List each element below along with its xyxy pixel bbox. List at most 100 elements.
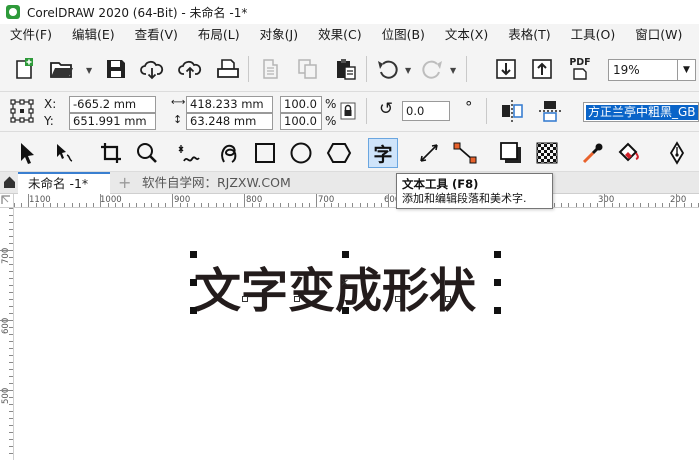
drop-shadow-tool-icon[interactable] bbox=[496, 138, 526, 168]
parallel-dimension-tool-icon[interactable] bbox=[414, 138, 444, 168]
menu-edit[interactable]: 编辑(E) bbox=[62, 24, 125, 46]
zoom-dropdown-icon[interactable]: ▼ bbox=[678, 59, 696, 81]
selection-handle[interactable] bbox=[190, 251, 197, 258]
menu-object[interactable]: 对象(J) bbox=[250, 24, 308, 46]
tab-untitled[interactable]: 未命名 -1* bbox=[18, 172, 110, 194]
character-node[interactable] bbox=[242, 296, 248, 302]
ruler-tick bbox=[201, 203, 203, 207]
export-icon[interactable] bbox=[528, 55, 556, 83]
character-node[interactable] bbox=[294, 296, 300, 302]
selection-handle[interactable] bbox=[190, 279, 197, 286]
ruler-tick bbox=[654, 203, 656, 207]
mirror-vertical-icon[interactable] bbox=[536, 97, 564, 125]
mirror-horizontal-icon[interactable] bbox=[498, 97, 526, 125]
open-dropdown-icon[interactable]: ▼ bbox=[86, 66, 92, 75]
undo-icon[interactable] bbox=[374, 55, 402, 83]
ruler-tick bbox=[230, 203, 231, 207]
redo-dropdown-icon[interactable]: ▼ bbox=[450, 66, 456, 75]
ruler-tick bbox=[136, 203, 138, 207]
toolbar-separator bbox=[466, 56, 467, 82]
zoom-tool-icon[interactable] bbox=[132, 138, 162, 168]
polygon-tool-icon[interactable] bbox=[324, 138, 354, 168]
scale-x-field[interactable]: 100.0 bbox=[280, 96, 322, 113]
ruler-tick bbox=[9, 362, 13, 363]
ruler-tick bbox=[266, 203, 267, 207]
font-list-field[interactable]: 方正兰亭中粗黑_GB bbox=[583, 102, 699, 122]
ellipse-tool-icon[interactable] bbox=[286, 138, 316, 168]
height-field[interactable]: 63.248 mm bbox=[186, 113, 273, 130]
selection-handle[interactable] bbox=[190, 307, 197, 314]
transparency-tool-icon[interactable] bbox=[532, 138, 562, 168]
connector-tool-icon[interactable] bbox=[450, 138, 480, 168]
cloud-download-icon[interactable] bbox=[138, 55, 166, 83]
save-icon[interactable] bbox=[102, 55, 130, 83]
y-position-field[interactable]: 651.991 mm bbox=[69, 113, 156, 130]
selection-handle[interactable] bbox=[494, 251, 501, 258]
menu-bitmaps[interactable]: 位图(B) bbox=[372, 24, 435, 46]
text-tool-icon[interactable]: 字 bbox=[368, 138, 398, 168]
selection-handle[interactable] bbox=[342, 307, 349, 314]
open-folder-icon[interactable] bbox=[48, 55, 76, 83]
selection-handle[interactable] bbox=[342, 251, 349, 258]
home-icon[interactable] bbox=[3, 175, 16, 192]
undo-dropdown-icon[interactable]: ▼ bbox=[405, 66, 411, 75]
menu-view[interactable]: 查看(V) bbox=[125, 24, 188, 46]
x-position-field[interactable]: -665.2 mm bbox=[69, 96, 156, 113]
ruler-tick bbox=[388, 194, 390, 207]
cloud-upload-icon[interactable] bbox=[176, 55, 204, 83]
object-origin-icon[interactable] bbox=[8, 97, 36, 125]
print-icon[interactable] bbox=[214, 55, 242, 83]
ruler-tick bbox=[554, 203, 555, 207]
selection-handle[interactable] bbox=[494, 279, 501, 286]
scale-y-field[interactable]: 100.0 bbox=[280, 113, 322, 130]
redo-disabled-icon[interactable] bbox=[418, 55, 446, 83]
lock-ratio-icon[interactable] bbox=[337, 100, 359, 122]
freehand-tool-icon[interactable] bbox=[176, 138, 206, 168]
rectangle-tool-icon[interactable] bbox=[250, 138, 280, 168]
width-field[interactable]: 418.233 mm bbox=[186, 96, 273, 113]
horizontal-ruler[interactable]: 1100 1000 900 800 700 600 500 400 300 20… bbox=[14, 194, 699, 208]
character-node[interactable] bbox=[445, 296, 451, 302]
new-tab-button[interactable]: + bbox=[118, 172, 131, 194]
zoom-level-field[interactable]: 19% bbox=[608, 59, 678, 81]
ruler-tick bbox=[244, 194, 246, 207]
menu-text[interactable]: 文本(X) bbox=[435, 24, 498, 46]
menu-effects[interactable]: 效果(C) bbox=[308, 24, 371, 46]
ruler-tick bbox=[9, 355, 13, 356]
drawing-canvas[interactable] bbox=[15, 209, 699, 460]
artistic-text[interactable]: 文字变成形状 bbox=[194, 252, 476, 321]
menu-window[interactable]: 窗口(W) bbox=[625, 24, 692, 46]
menu-file[interactable]: 文件(F) bbox=[0, 24, 62, 46]
pick-tool-icon[interactable] bbox=[12, 138, 42, 168]
character-node[interactable] bbox=[395, 296, 401, 302]
interactive-fill-tool-icon[interactable] bbox=[614, 138, 644, 168]
menu-table[interactable]: 表格(T) bbox=[498, 24, 560, 46]
freehand-pick-tool-icon[interactable] bbox=[50, 138, 80, 168]
ruler-tick bbox=[9, 453, 13, 454]
cut-disabled-icon[interactable] bbox=[256, 55, 284, 83]
color-eyedropper-tool-icon[interactable] bbox=[578, 138, 608, 168]
ruler-origin-icon[interactable] bbox=[0, 194, 14, 208]
ruler-tick bbox=[669, 203, 671, 207]
ruler-tick bbox=[9, 271, 13, 272]
vertical-ruler[interactable]: 700 600 500 bbox=[0, 208, 14, 460]
selection-handle[interactable] bbox=[494, 307, 501, 314]
crop-tool-icon[interactable] bbox=[96, 138, 126, 168]
width-icon: ⟷ bbox=[171, 97, 186, 108]
menu-layout[interactable]: 布局(L) bbox=[188, 24, 250, 46]
artistic-media-tool-icon[interactable] bbox=[214, 138, 244, 168]
publish-pdf-icon[interactable]: PDF bbox=[566, 55, 594, 83]
rotation-field[interactable]: 0.0 bbox=[402, 101, 450, 121]
ruler-tick bbox=[107, 203, 109, 207]
ruler-tick bbox=[9, 236, 13, 237]
copy-disabled-icon[interactable] bbox=[294, 55, 322, 83]
ruler-tick bbox=[186, 203, 188, 207]
ruler-tick bbox=[9, 369, 13, 370]
ruler-tick bbox=[150, 203, 152, 207]
outline-pen-tool-icon[interactable] bbox=[662, 138, 692, 168]
scale-x-percent: % bbox=[325, 97, 337, 111]
paste-icon[interactable] bbox=[332, 55, 360, 83]
import-icon[interactable] bbox=[492, 55, 520, 83]
menu-tools[interactable]: 工具(O) bbox=[561, 24, 626, 46]
new-document-icon[interactable] bbox=[10, 55, 38, 83]
